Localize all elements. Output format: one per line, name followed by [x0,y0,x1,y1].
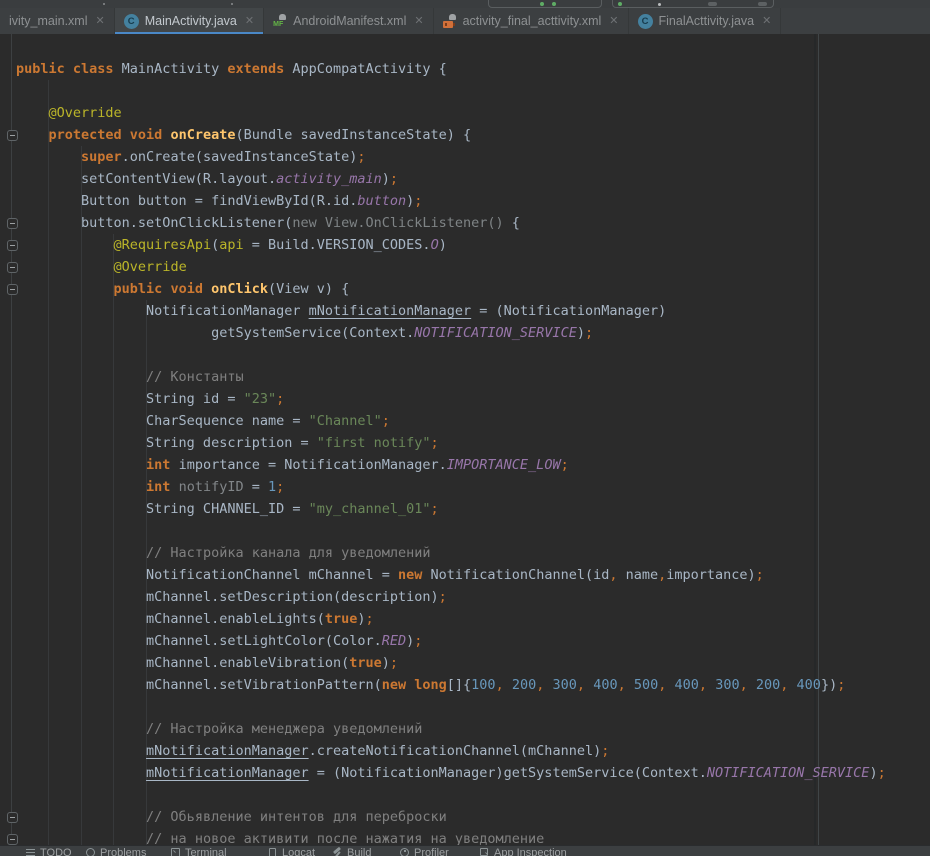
code-line [16,784,930,806]
fold-collapse-icon[interactable] [7,240,18,251]
code-line: mNotificationManager = (NotificationMana… [16,762,930,784]
tab-androidmanifest-xml[interactable]: MF AndroidManifest.xml ✕ [264,8,433,34]
code-line: @Override [16,256,930,278]
code-line: super.onCreate(savedInstanceState); [16,146,930,168]
toolbar-button[interactable] [758,2,767,6]
tab-ivity-main-xml[interactable]: ivity_main.xml ✕ [0,8,115,34]
code-editor[interactable]: public class MainActivity extends AppCom… [0,34,930,845]
code-line: // Настройка канала для уведомлений [16,542,930,564]
tab-mainactivity-java[interactable]: C MainActivity.java ✕ [115,8,264,34]
device-widget[interactable] [612,0,774,8]
code-line: public void onClick(View v) { [16,278,930,300]
code-line: protected void onCreate(Bundle savedInst… [16,124,930,146]
fold-collapse-icon[interactable] [7,218,18,229]
toolbar-speck [231,3,233,5]
toolbar-speck [103,3,105,5]
tab-label: FinalActtivity.java [659,14,755,28]
code-line: NotificationChannel mChannel = new Notif… [16,564,930,586]
code-line: String CHANNEL_ID = "my_channel_01"; [16,498,930,520]
code-line: @RequiresApi(api = Build.VERSION_CODES.O… [16,234,930,256]
tab-activity-final-acttivity-xml[interactable]: activity_final_acttivity.xml ✕ [434,8,629,34]
editor-tab-bar: ivity_main.xml ✕ C MainActivity.java ✕ MF Andr… [0,8,930,35]
code-line: int notifyID = 1; [16,476,930,498]
tab-close-icon[interactable]: ✕ [245,16,254,27]
code-line: // Константы [16,366,930,388]
code-line: @Override [16,102,930,124]
java-class-icon: C [638,14,653,29]
fold-collapse-icon[interactable] [7,262,18,273]
code-line: mChannel.setVibrationPattern(new long[]{… [16,674,930,696]
code-line: // Обьявление интентов для переброски [16,806,930,828]
run-icon[interactable] [540,2,544,6]
code-line: String id = "23"; [16,388,930,410]
code-line [16,80,930,102]
tab-close-icon[interactable]: ✕ [414,16,423,27]
fold-collapse-icon[interactable] [7,812,18,823]
debug-icon[interactable] [552,2,556,6]
fold-collapse-icon[interactable] [7,284,18,295]
code-line: mChannel.setLightColor(Color.RED); [16,630,930,652]
code-line: CharSequence name = "Channel"; [16,410,930,432]
code-line: mChannel.enableVibration(true); [16,652,930,674]
tab-label: activity_final_acttivity.xml [463,14,602,28]
code-line [16,696,930,718]
fold-collapse-icon[interactable] [7,834,18,845]
code-line: NotificationManager mNotificationManager… [16,300,930,322]
android-studio-window: { "accent_colors":{"tab_underline":"#4a8… [0,0,930,855]
fold-collapse-icon[interactable] [7,130,18,141]
manifest-file-icon: MF [273,14,287,28]
code-line: Button button = findViewById(R.id.button… [16,190,930,212]
code-line: public class MainActivity extends AppCom… [16,58,930,80]
toolbar-button[interactable] [708,2,717,6]
tab-close-icon[interactable]: ✕ [609,16,618,27]
run-config-widget[interactable] [488,0,602,8]
code-line: // на новое активити после нажатия на ув… [16,828,930,845]
code-line: mNotificationManager.createNotificationC… [16,740,930,762]
code-line: String description = "first notify"; [16,432,930,454]
code-line: setContentView(R.layout.activity_main); [16,168,930,190]
tab-close-icon[interactable]: ✕ [762,16,771,27]
tab-label: ivity_main.xml [9,14,88,28]
toolbar-dot-icon [658,3,661,6]
code-line: mChannel.setDescription(description); [16,586,930,608]
code-line: // Настройка менеджера уведомлений [16,718,930,740]
code-line: button.setOnClickListener(new View.OnCli… [16,212,930,234]
code-line [16,520,930,542]
device-status-icon [618,2,622,6]
tab-close-icon[interactable]: ✕ [96,16,105,27]
tab-label: AndroidManifest.xml [293,14,406,28]
code-line [16,344,930,366]
code-line: mChannel.enableLights(true); [16,608,930,630]
code-line: int importance = NotificationManager.IMP… [16,454,930,476]
tab-label: MainActivity.java [145,14,237,28]
code-line: getSystemService(Context.NOTIFICATION_SE… [16,322,930,344]
code-area[interactable]: public class MainActivity extends AppCom… [0,34,930,845]
layout-xml-file-icon [443,14,457,28]
java-class-icon: C [124,14,139,29]
tool-window-bar: TODOProblemsTerminalLogcatBuildProfilerA… [0,845,930,856]
tab-finalacttivity-java[interactable]: C FinalActtivity.java ✕ [629,8,782,34]
